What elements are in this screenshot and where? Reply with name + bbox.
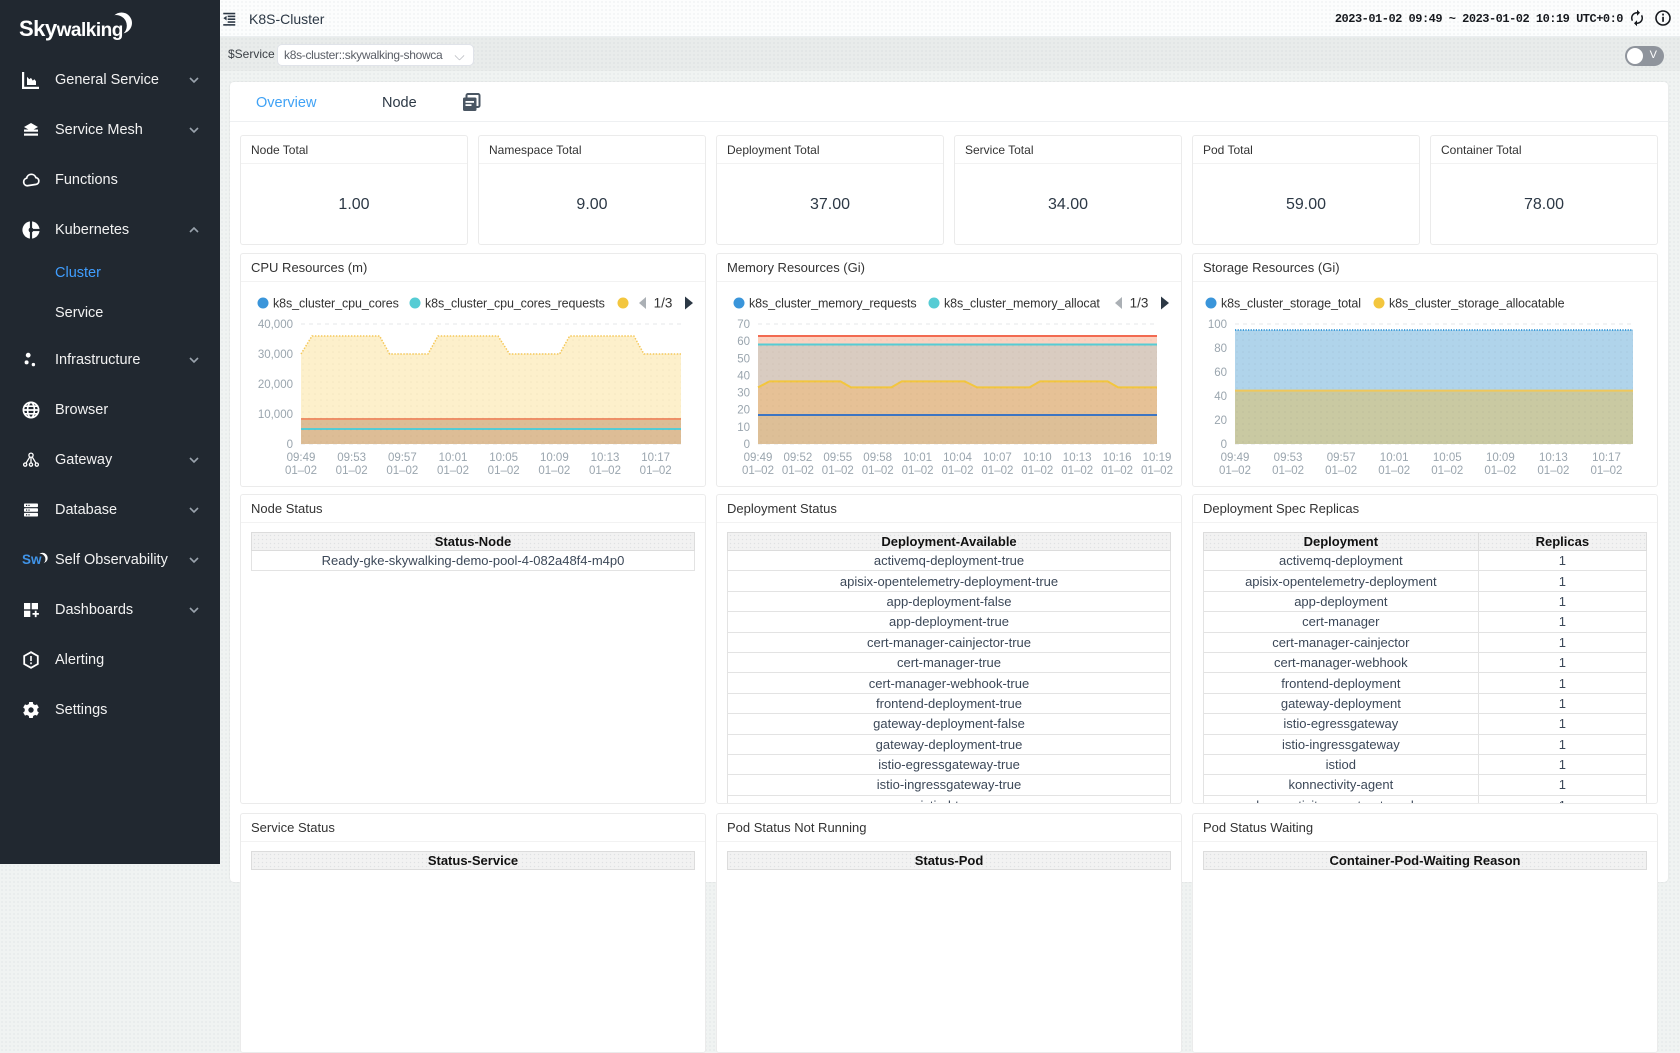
svg-text:10: 10 (737, 422, 750, 434)
svg-text:01–02: 01–02 (1537, 465, 1569, 477)
svg-text:01–02: 01–02 (488, 465, 520, 477)
svg-text:01–02: 01–02 (1590, 465, 1622, 477)
svg-text:01–02: 01–02 (742, 465, 774, 477)
svg-text:k8s_cluster_cpu_cores_requests: k8s_cluster_cpu_cores_requests (425, 297, 605, 311)
svg-text:k8s_cluster_storage_total: k8s_cluster_storage_total (1221, 297, 1361, 311)
svg-text:01–02: 01–02 (782, 465, 814, 477)
svg-text:01–02: 01–02 (1378, 465, 1410, 477)
svg-text:10:10: 10:10 (1023, 452, 1052, 464)
svg-text:10:09: 10:09 (540, 452, 569, 464)
svg-text:10:04: 10:04 (943, 452, 972, 464)
svg-text:01–02: 01–02 (1431, 465, 1463, 477)
svg-text:10:01: 10:01 (439, 452, 468, 464)
svg-text:10:13: 10:13 (1539, 452, 1568, 464)
svg-text:k8s_cluster_memory_allocat: k8s_cluster_memory_allocat (944, 297, 1100, 311)
svg-text:09:57: 09:57 (388, 452, 417, 464)
svg-text:09:49: 09:49 (744, 452, 773, 464)
svg-text:01–02: 01–02 (386, 465, 418, 477)
svg-text:01–02: 01–02 (589, 465, 621, 477)
svg-text:70: 70 (737, 319, 750, 331)
svg-text:10,000: 10,000 (258, 409, 293, 421)
svg-text:60: 60 (1214, 367, 1227, 379)
svg-text:10:17: 10:17 (641, 452, 670, 464)
svg-text:0: 0 (744, 439, 750, 451)
svg-text:10:19: 10:19 (1143, 452, 1172, 464)
svg-text:01–02: 01–02 (538, 465, 570, 477)
svg-text:k8s_cluster_memory_requests: k8s_cluster_memory_requests (749, 297, 917, 311)
svg-text:10:01: 10:01 (903, 452, 932, 464)
svg-text:10:05: 10:05 (489, 452, 518, 464)
svg-text:09:49: 09:49 (1221, 452, 1250, 464)
svg-text:30: 30 (737, 388, 750, 400)
svg-text:09:49: 09:49 (287, 452, 316, 464)
svg-text:0: 0 (287, 439, 293, 451)
svg-text:10:16: 10:16 (1103, 452, 1132, 464)
svg-text:01–02: 01–02 (336, 465, 368, 477)
svg-text:k8s_cluster_storage_allocatabl: k8s_cluster_storage_allocatable (1389, 297, 1565, 311)
svg-text:01–02: 01–02 (1484, 465, 1516, 477)
svg-text:20,000: 20,000 (258, 379, 293, 391)
svg-text:20: 20 (737, 405, 750, 417)
svg-text:01–02: 01–02 (822, 465, 854, 477)
svg-text:1/3: 1/3 (654, 296, 673, 311)
svg-text:01–02: 01–02 (1325, 465, 1357, 477)
svg-text:01–02: 01–02 (437, 465, 469, 477)
svg-text:01–02: 01–02 (1061, 465, 1093, 477)
svg-text:09:55: 09:55 (823, 452, 852, 464)
svg-text:01–02: 01–02 (1101, 465, 1133, 477)
svg-text:80: 80 (1214, 343, 1227, 355)
svg-text:50: 50 (737, 353, 750, 365)
svg-text:100: 100 (1208, 319, 1227, 331)
svg-text:09:53: 09:53 (1274, 452, 1303, 464)
svg-text:1/3: 1/3 (1130, 296, 1149, 311)
svg-text:40,000: 40,000 (258, 319, 293, 331)
svg-text:60: 60 (737, 336, 750, 348)
svg-text:01–02: 01–02 (1141, 465, 1173, 477)
svg-text:10:01: 10:01 (1380, 452, 1409, 464)
svg-text:09:53: 09:53 (337, 452, 366, 464)
svg-text:09:52: 09:52 (784, 452, 813, 464)
svg-text:10:17: 10:17 (1592, 452, 1621, 464)
svg-text:01–02: 01–02 (1219, 465, 1251, 477)
svg-text:01–02: 01–02 (285, 465, 317, 477)
svg-text:01–02: 01–02 (902, 465, 934, 477)
svg-text:k8s_cluster_cpu_cores: k8s_cluster_cpu_cores (273, 297, 399, 311)
svg-text:0: 0 (1221, 439, 1227, 451)
svg-text:30,000: 30,000 (258, 349, 293, 361)
svg-text:10:13: 10:13 (591, 452, 620, 464)
svg-text:10:13: 10:13 (1063, 452, 1092, 464)
svg-text:09:57: 09:57 (1327, 452, 1356, 464)
svg-text:10:07: 10:07 (983, 452, 1012, 464)
svg-text:01–02: 01–02 (862, 465, 894, 477)
svg-text:40: 40 (737, 370, 750, 382)
svg-text:40: 40 (1214, 391, 1227, 403)
svg-text:01–02: 01–02 (640, 465, 672, 477)
svg-text:01–02: 01–02 (1021, 465, 1053, 477)
svg-text:09:58: 09:58 (863, 452, 892, 464)
svg-text:10:05: 10:05 (1433, 452, 1462, 464)
svg-text:01–02: 01–02 (942, 465, 974, 477)
svg-text:01–02: 01–02 (1272, 465, 1304, 477)
svg-text:20: 20 (1214, 415, 1227, 427)
svg-text:10:09: 10:09 (1486, 452, 1515, 464)
svg-text:01–02: 01–02 (981, 465, 1013, 477)
